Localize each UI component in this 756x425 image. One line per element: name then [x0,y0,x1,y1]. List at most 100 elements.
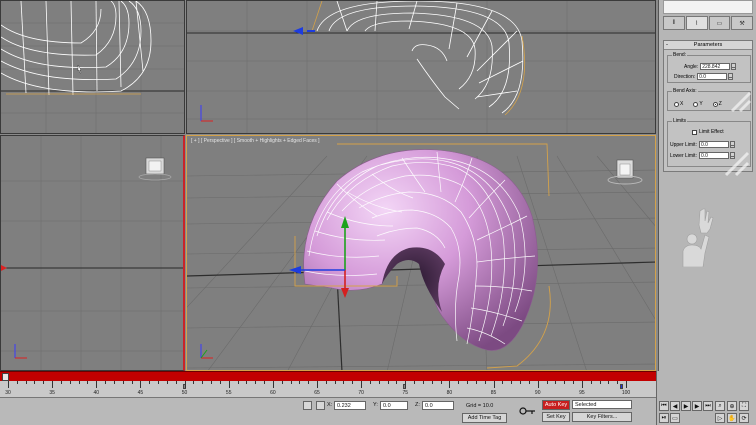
y-coord-label: Y: [373,402,378,408]
track-minor-tick [140,381,142,388]
modify-tab-icon[interactable]: ⌇ [685,16,708,30]
track-tick-label: 55 [225,390,232,396]
angle-spinner-arrows[interactable] [731,63,737,70]
display-tab-icon[interactable]: ▭ [708,16,731,30]
track-minor-tick [590,381,592,384]
x-coord-input[interactable]: 0.232 [334,401,366,410]
axis-y-label: Y [699,101,703,107]
direction-spinner-arrows[interactable] [728,73,734,80]
track-tick-label: 30 [5,390,11,396]
hand-signal-icon [682,208,714,267]
axis-z-radio[interactable] [712,101,718,107]
axis-y-radio[interactable] [693,101,699,107]
track-tick-label: 65 [314,390,320,396]
limit-effect-checkbox[interactable] [692,129,697,135]
track-minor-tick [8,381,9,388]
wireframe-mesh-top-left [1,1,152,96]
key-filters-button[interactable]: Key Filters... [572,412,632,422]
track-minor-tick [537,381,539,388]
selection-lock-icon[interactable] [303,401,312,410]
axis-x-option[interactable]: X [674,101,683,107]
viewcube-icon [138,157,172,181]
direction-input[interactable]: 0.0 [697,73,728,80]
track-tick-label: 100 [621,390,631,396]
parameters-rollout-header[interactable]: - Parameters [664,41,752,50]
track-minor-tick [334,381,336,384]
direction-row: Direction: 0.0 [674,73,734,80]
bend-axis-group-label: Bend Axis: [672,88,698,94]
track-minor-tick [458,381,460,384]
track-minor-tick [255,381,257,384]
zoom-icon[interactable]: ⌕ [715,401,725,411]
upper-limit-input[interactable]: 0.0 [698,141,729,148]
limit-effect-label: Limit Effect [699,129,724,135]
utilities-tab-icon[interactable]: ⚒ [731,16,753,30]
time-slider-knob[interactable] [2,373,9,381]
previous-frame-icon[interactable]: ◀ [670,401,680,411]
track-tick-label: 45 [137,390,144,396]
viewport-top-left[interactable] [0,0,185,134]
add-time-tag-button[interactable]: Add Time Tag [462,413,507,423]
track-tick-label: 80 [446,390,453,396]
axis-y-option[interactable]: Y [693,101,703,107]
set-key-button[interactable]: Set Key [542,412,570,422]
field-of-view-icon[interactable]: ▷ [715,413,725,423]
track-minor-tick [449,381,451,388]
z-coord-input[interactable]: 0.0 [422,401,454,410]
frame-field-icon[interactable]: ▭ [670,413,680,423]
maximize-viewport-icon[interactable]: ⛶ [739,401,749,411]
track-minor-tick [369,381,371,384]
viewport-bottom-left[interactable] [0,135,185,371]
selection-set-dropdown[interactable]: Selected [572,400,632,409]
track-minor-tick [52,381,54,388]
z-coord-label: Z: [415,402,420,408]
viewport-perspective[interactable]: [ + ] [ Perspective ] [ Smooth + Highlig… [186,135,656,371]
bend-group-label: Bend: [672,52,688,58]
track-minor-tick [528,381,530,384]
upper-limit-spinner-arrows[interactable] [729,141,735,148]
next-frame-icon[interactable]: ▶ [692,401,702,411]
key-mode-icon[interactable]: ⏯ [659,413,669,423]
modifier-stack-area[interactable] [663,0,753,14]
play-icon[interactable]: ▶ [681,401,691,411]
go-to-end-icon[interactable]: ⏭ [703,401,713,411]
viewport-top-right[interactable] [186,0,656,134]
keyframe-marker-selected[interactable] [620,384,623,389]
track-minor-tick [264,381,266,384]
track-minor-tick [158,381,160,384]
auto-key-button[interactable]: Auto Key [542,400,570,410]
upper-limit-row: Upper Limit: 0.0 [670,141,735,148]
angle-input[interactable]: 228.842 [700,63,731,70]
hierarchy-tab-icon[interactable]: ⫴ [663,16,685,30]
zoom-all-icon[interactable]: ⊕ [727,401,737,411]
angle-row: Angle: 228.842 [684,63,737,70]
track-minor-tick [467,381,469,384]
viewport-bottom-left-canvas [1,136,183,370]
go-to-start-icon[interactable]: ⏮ [659,401,669,411]
track-bar[interactable]: 30 35 40 45 50 55 60 65 70 75 80 85 90 95 100 [0,381,656,398]
time-slider[interactable] [0,371,656,381]
key-icon[interactable] [519,404,537,418]
watermark-logo-icon [730,91,752,113]
track-tick-label: 85 [490,390,497,396]
absolute-mode-icon[interactable] [316,401,325,410]
viewport-label-perspective[interactable]: [ + ] [ Perspective ] [ Smooth + Highlig… [191,138,320,144]
limit-effect-row[interactable]: Limit Effect [692,129,724,135]
track-minor-tick [25,381,27,384]
track-minor-tick [228,381,230,388]
y-coord-input[interactable]: 0.0 [380,401,408,410]
track-minor-tick [202,381,204,384]
track-minor-tick [105,381,107,384]
track-minor-tick [431,381,433,384]
track-minor-tick [166,381,168,384]
pan-icon[interactable]: ✋ [727,413,737,423]
axis-z-option[interactable]: Z [712,101,722,107]
rollout-collapse-icon: - [666,42,668,48]
lower-limit-label: Lower Limit: [670,152,697,159]
viewcube-icon [607,159,643,185]
track-minor-tick [405,381,407,388]
orbit-icon[interactable]: ⟳ [739,413,749,423]
axis-x-radio[interactable] [674,101,679,107]
track-minor-tick [184,381,186,388]
command-panel-tabs: ⫴ ⌇ ▭ ⚒ [663,16,753,30]
